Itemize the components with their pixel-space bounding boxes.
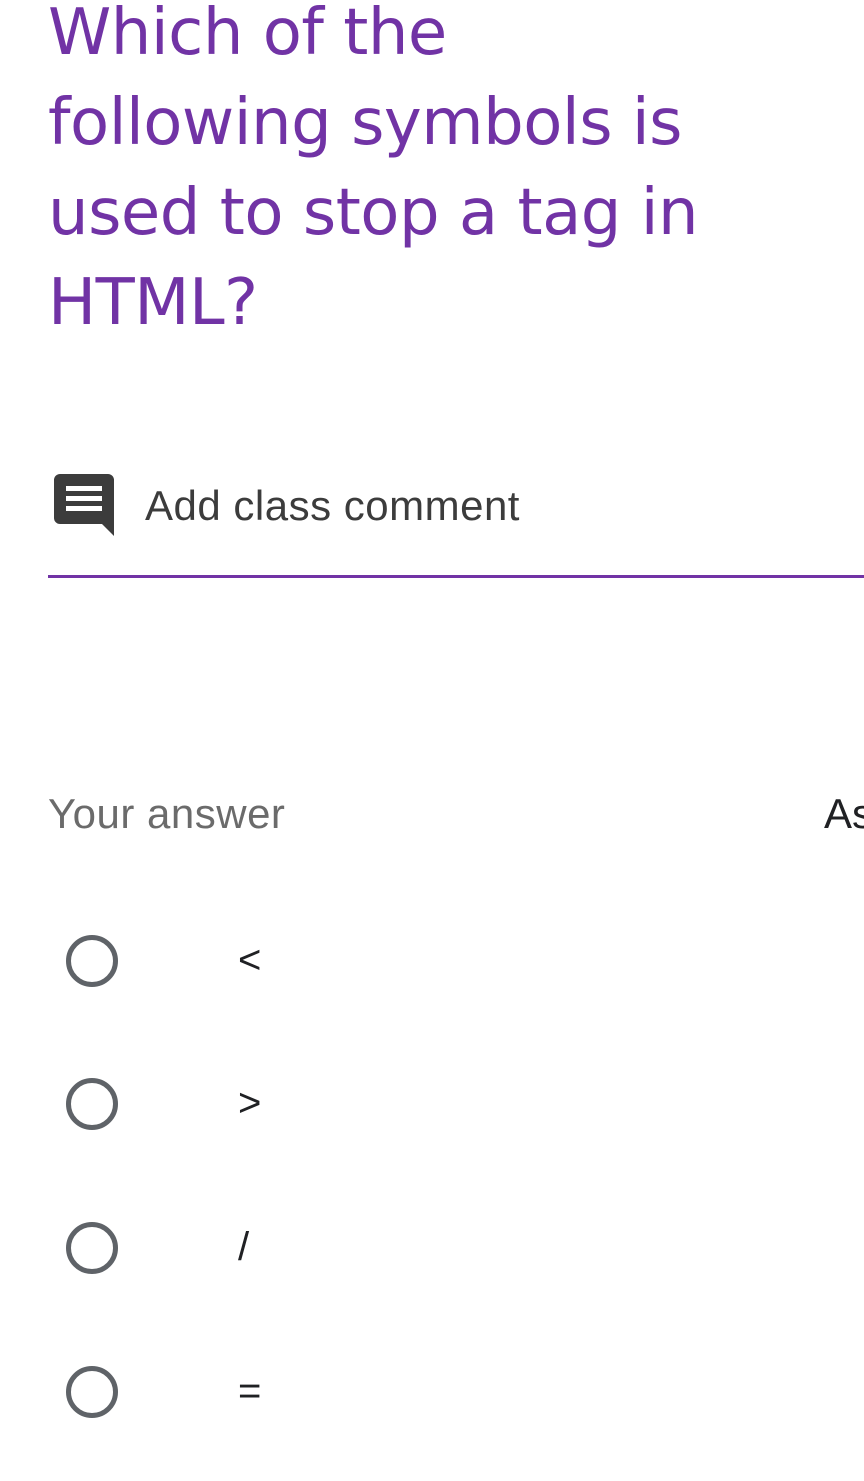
add-class-comment-button[interactable]: Add class comment [48, 470, 864, 578]
add-class-comment-label: Add class comment [145, 482, 520, 529]
radio-button[interactable] [66, 935, 118, 987]
option-label: < [238, 938, 262, 982]
option-slash[interactable]: / [48, 1201, 864, 1301]
your-answer-heading: Your answer [48, 790, 286, 837]
option-label: / [238, 1225, 250, 1269]
option-less-than[interactable]: < [48, 914, 864, 1014]
option-label: > [238, 1081, 262, 1125]
comment-icon [54, 474, 114, 536]
answer-side-label: As [824, 790, 864, 837]
comment-underline [48, 575, 864, 578]
option-label: = [238, 1369, 262, 1413]
question-title: Which of the following symbols is used t… [48, 0, 699, 340]
radio-button[interactable] [66, 1366, 118, 1418]
radio-button[interactable] [66, 1222, 118, 1274]
option-equals[interactable]: = [48, 1345, 864, 1445]
radio-button[interactable] [66, 1078, 118, 1130]
option-greater-than[interactable]: > [48, 1057, 864, 1157]
